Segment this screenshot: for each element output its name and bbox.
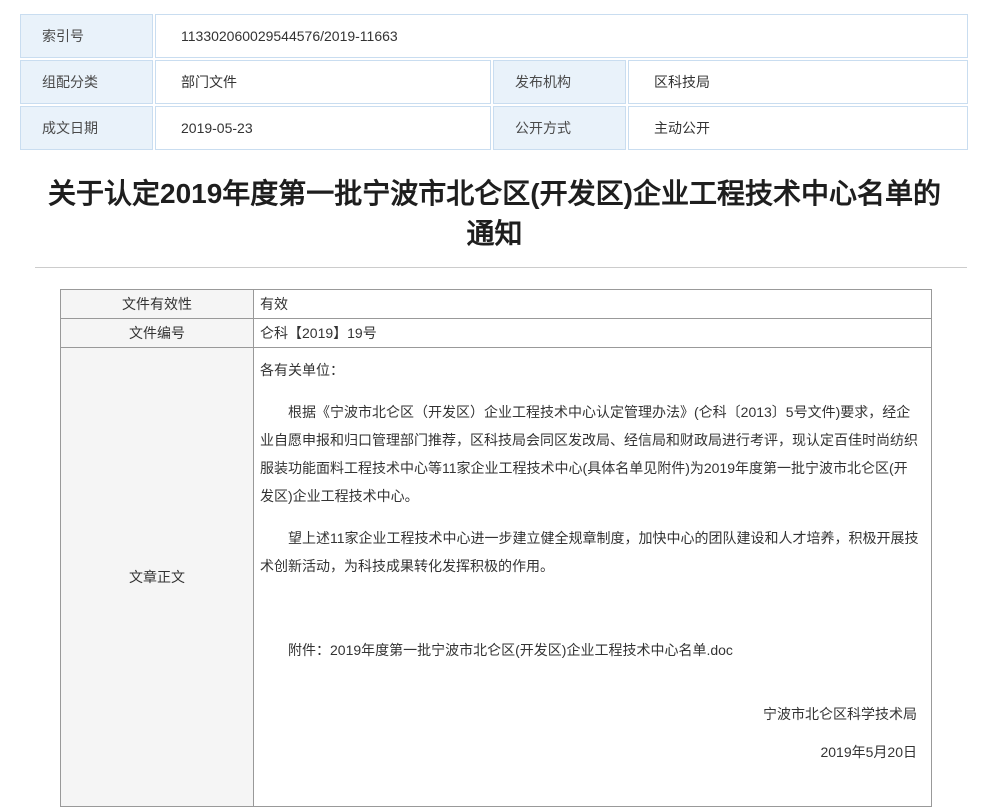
doc-number-row: 文件编号 仑科【2019】19号 [61,319,932,348]
meta-row-index: 索引号 113302060029544576/2019-11663 [20,14,968,58]
title-divider [35,267,967,268]
article-body-cell: 各有关单位： 根据《宁波市北仑区（开发区）企业工程技术中心认定管理办法》(仑科〔… [254,348,932,807]
paragraph-2: 望上述11家企业工程技术中心进一步建立健全规章制度，加快中心的团队建设和人才培养… [260,524,921,580]
signer-name: 宁波市北仑区科学技术局 [260,700,921,728]
article-body: 各有关单位： 根据《宁波市北仑区（开发区）企业工程技术中心认定管理办法》(仑科〔… [254,348,931,806]
attachment-link[interactable]: 附件：2019年度第一批宁波市北仑区(开发区)企业工程技术中心名单.doc [260,636,921,664]
category-label: 组配分类 [20,60,153,104]
article-body-row: 文章正文 各有关单位： 根据《宁波市北仑区（开发区）企业工程技术中心认定管理办法… [61,348,932,807]
validity-value: 有效 [254,290,932,319]
disclosure-value: 主动公开 [628,106,968,150]
issue-date-value: 2019-05-23 [155,106,491,150]
meta-row-date: 成文日期 2019-05-23 公开方式 主动公开 [20,106,968,150]
page-title: 关于认定2019年度第一批宁波市北仑区(开发区)企业工程技术中心名单的通知 [39,174,951,254]
agency-value: 区科技局 [628,60,968,104]
meta-row-category: 组配分类 部门文件 发布机构 区科技局 [20,60,968,104]
meta-table: 索引号 113302060029544576/2019-11663 组配分类 部… [18,12,970,152]
doc-number-value: 仑科【2019】19号 [254,319,932,348]
paragraph-1: 根据《宁波市北仑区（开发区）企业工程技术中心认定管理办法》(仑科〔2013〕5号… [260,398,921,510]
salutation: 各有关单位： [260,356,921,384]
validity-row: 文件有效性 有效 [61,290,932,319]
doc-number-label: 文件编号 [61,319,254,348]
document-page: 索引号 113302060029544576/2019-11663 组配分类 部… [0,0,989,807]
issue-date-label: 成文日期 [20,106,153,150]
agency-label: 发布机构 [493,60,626,104]
article-body-label: 文章正文 [61,348,254,807]
category-value: 部门文件 [155,60,491,104]
document-table: 文件有效性 有效 文件编号 仑科【2019】19号 文章正文 各有关单位： 根据… [60,289,932,807]
sign-date: 2019年5月20日 [260,738,921,766]
index-number-label: 索引号 [20,14,153,58]
index-number-value: 113302060029544576/2019-11663 [155,14,968,58]
validity-label: 文件有效性 [61,290,254,319]
disclosure-label: 公开方式 [493,106,626,150]
